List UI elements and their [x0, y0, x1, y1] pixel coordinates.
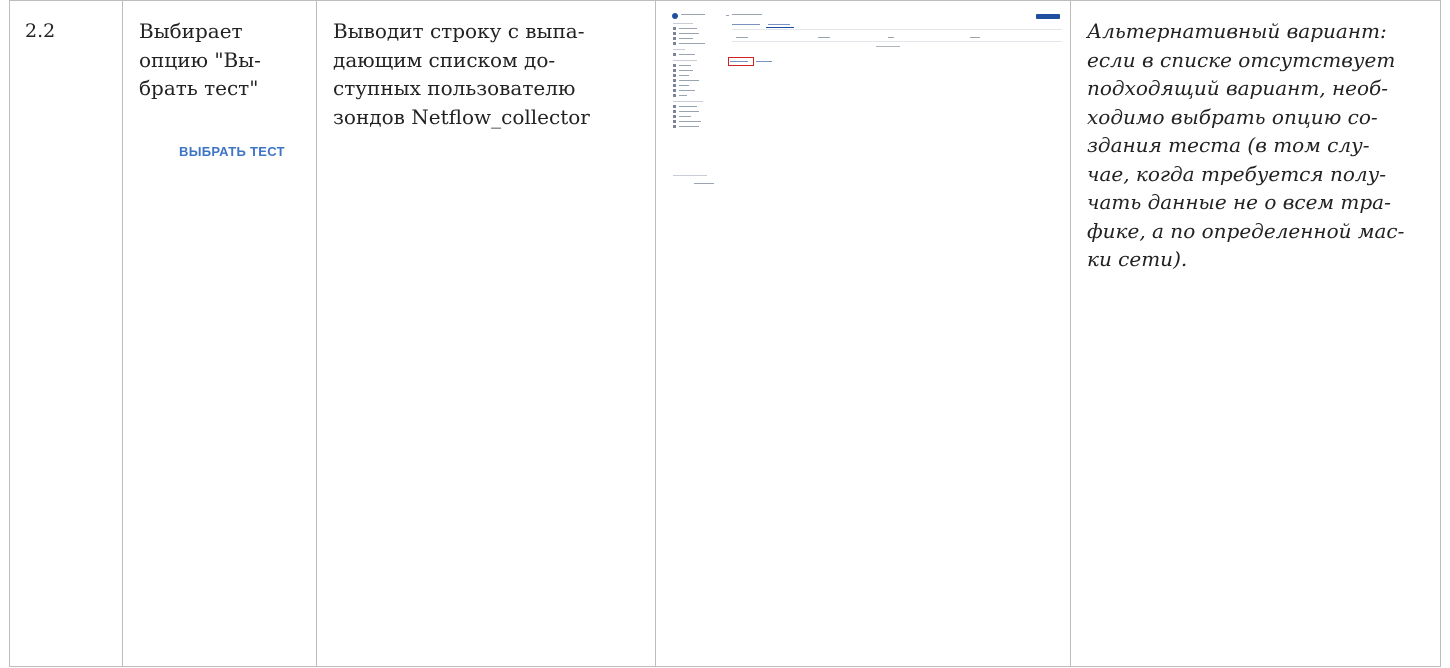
screenshot-sidebar [670, 11, 722, 189]
system-response-cell: Выводит строку с выпа- дающим списком до… [317, 1, 656, 666]
procedure-table: 2.2 Выбирает опцию "Вы- брать тест" ВЫБР… [9, 0, 1441, 667]
menu-icon[interactable] [726, 15, 729, 16]
alternative-text: Альтернативный вариант: если в списке от… [1087, 19, 1405, 271]
step-number: 2.2 [25, 20, 56, 42]
logo-icon [672, 13, 678, 19]
step-number-cell: 2.2 [10, 1, 123, 666]
screenshot-cell [656, 1, 1071, 666]
user-action-cell: Выбирает опцию "Вы- брать тест" ВЫБРАТЬ … [123, 1, 317, 666]
system-response-text: Выводит строку с выпа- дающим списком до… [333, 19, 590, 129]
screenshot-primary-button [1036, 14, 1060, 19]
app-screenshot [670, 11, 1062, 189]
alternative-cell: Альтернативный вариант: если в списке от… [1071, 1, 1441, 666]
select-test-button[interactable]: ВЫБРАТЬ ТЕСТ [179, 144, 285, 159]
user-action-text: Выбирает опцию "Вы- брать тест" [139, 19, 261, 100]
